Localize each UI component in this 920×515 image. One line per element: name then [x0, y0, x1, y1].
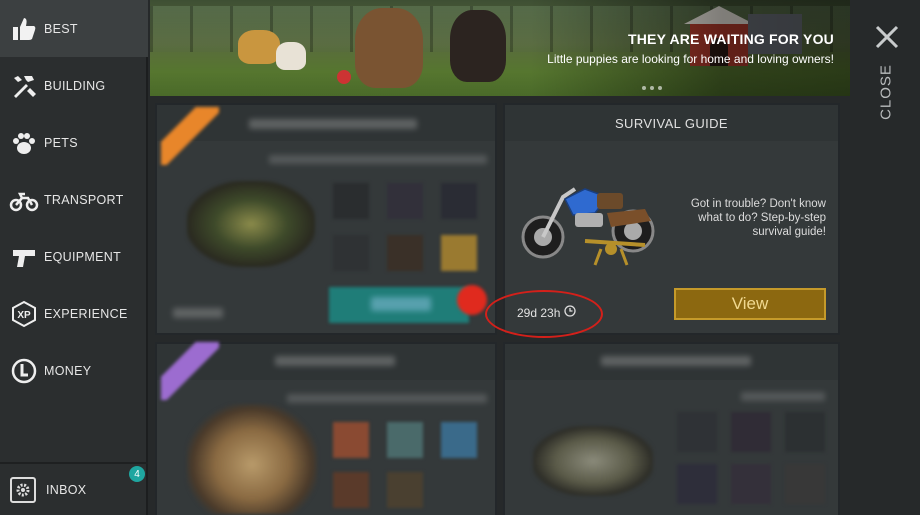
discount-badge [457, 285, 487, 315]
offer-price-old [173, 308, 223, 318]
inbox-label: INBOX [46, 482, 87, 497]
ribbon-image [161, 342, 219, 400]
ribbon-image [161, 107, 219, 165]
banner-title: THEY ARE WAITING FOR YOU [627, 31, 834, 47]
offer-card[interactable] [155, 103, 497, 335]
offer-main-item-image [187, 404, 317, 514]
offer-title [601, 356, 751, 366]
sidebar-item-label: TRANSPORT [44, 192, 124, 207]
sidebar-item-money[interactable]: MONEY [0, 342, 148, 399]
item-slot [731, 464, 771, 504]
close-button[interactable]: CLOSE [852, 0, 920, 140]
inbox-count-badge: 4 [129, 466, 145, 482]
banner-shade [530, 0, 850, 96]
sidebar-item-building[interactable]: BUILDING [0, 57, 148, 114]
item-slot [441, 183, 477, 219]
offer-subtitle [287, 394, 487, 403]
item-slot [441, 235, 477, 271]
item-slot [387, 472, 423, 508]
item-slot [677, 464, 717, 504]
offer-card[interactable] [155, 342, 497, 515]
pistol-icon [8, 241, 40, 273]
banner-pager-dots[interactable] [642, 86, 662, 90]
item-slot [333, 422, 369, 458]
gear-icon [10, 476, 36, 503]
sidebar-item-label: BUILDING [44, 78, 106, 93]
motorcycle-icon [8, 184, 40, 216]
puppy-image [238, 30, 280, 64]
item-slot [441, 422, 477, 458]
sidebar: BEST BUILDING PETS TRANSPORT EQUIPMENT X… [0, 0, 148, 515]
offer-title [249, 119, 417, 129]
sidebar-item-transport[interactable]: TRANSPORT [0, 171, 148, 228]
offer-main-item-image [187, 181, 315, 267]
sidebar-item-label: BEST [44, 21, 78, 36]
item-slot [731, 412, 771, 452]
sidebar-item-label: PETS [44, 135, 78, 150]
close-label: CLOSE [877, 64, 895, 120]
sidebar-item-equipment[interactable]: EQUIPMENT [0, 228, 148, 285]
sidebar-item-experience[interactable]: XP EXPERIENCE [0, 285, 148, 342]
offer-title [275, 356, 395, 366]
buy-button-label [371, 297, 431, 311]
item-slot [387, 422, 423, 458]
offer-subtitle [269, 155, 487, 164]
offer-subtitle [741, 392, 825, 401]
timer-highlight-ring [485, 290, 603, 338]
survival-guide-description: Got in trouble? Don't know what to do? S… [690, 198, 826, 238]
survival-guide-header: SURVIVAL GUIDE [505, 105, 838, 141]
svg-text:XP: XP [17, 310, 31, 321]
item-slot [387, 235, 423, 271]
item-slot [333, 472, 369, 508]
survival-guide-title: SURVIVAL GUIDE [614, 115, 728, 131]
puppy-image [355, 8, 423, 88]
item-slot [333, 183, 369, 219]
paw-icon [8, 127, 40, 159]
view-button[interactable]: View [674, 288, 826, 320]
sidebar-item-best[interactable]: BEST [0, 0, 148, 57]
close-icon [874, 24, 900, 55]
item-slot [333, 235, 369, 271]
ball-image [337, 70, 351, 84]
item-slot [387, 183, 423, 219]
item-slot [677, 412, 717, 452]
puppy-image [450, 10, 506, 82]
puppy-image [276, 42, 306, 70]
motorcycle-image [515, 169, 665, 274]
inbox-button[interactable]: INBOX [0, 462, 148, 515]
coin-icon [8, 355, 40, 387]
offer-main-item-image [533, 426, 653, 496]
sidebar-item-pets[interactable]: PETS [0, 114, 148, 171]
sidebar-item-label: EXPERIENCE [44, 306, 128, 321]
item-slot [785, 464, 825, 504]
promo-banner[interactable]: THEY ARE WAITING FOR YOU Little puppies … [150, 0, 850, 96]
thumbs-up-icon [8, 13, 40, 45]
sidebar-item-label: MONEY [44, 363, 92, 378]
offer-card[interactable] [503, 342, 840, 515]
sidebar-item-label: EQUIPMENT [44, 249, 122, 264]
item-slot [785, 412, 825, 452]
tools-icon [8, 70, 40, 102]
banner-subtitle: Little puppies are looking for home and … [547, 52, 834, 66]
xp-icon: XP [8, 298, 40, 330]
